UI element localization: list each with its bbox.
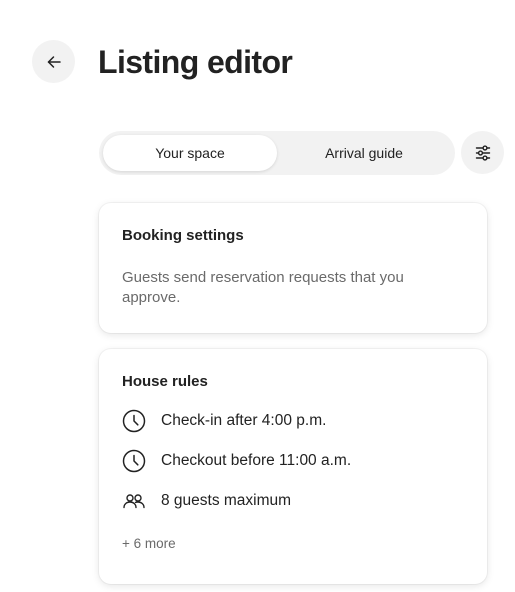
clock-icon <box>122 409 146 433</box>
rule-label: 8 guests maximum <box>161 492 292 509</box>
house-rules-card[interactable]: House rules Check-in after 4:00 p.m. Che… <box>99 349 487 584</box>
back-button[interactable] <box>32 40 75 83</box>
page-title: Listing editor <box>98 44 293 80</box>
house-rules-title: House rules <box>122 373 208 390</box>
filter-button[interactable] <box>461 131 504 174</box>
show-more-rules-link[interactable]: + 6 more <box>122 533 464 555</box>
tab-arrival-guide[interactable]: Arrival guide <box>277 135 451 171</box>
tab-your-space[interactable]: Your space <box>103 135 277 171</box>
rule-max-guests: 8 guests maximum <box>122 489 464 513</box>
rule-check-in: Check-in after 4:00 p.m. <box>122 409 464 433</box>
sliders-icon <box>475 144 490 161</box>
clock-icon <box>122 449 146 473</box>
rule-label: Check-in after 4:00 p.m. <box>161 412 327 429</box>
tab-bar: Your space Arrival guide <box>99 131 455 175</box>
guests-icon <box>122 489 146 513</box>
arrow-left-icon <box>47 55 61 68</box>
booking-settings-card[interactable]: Booking settings Guests send reservation… <box>99 203 487 333</box>
booking-settings-description: Guests send reservation requests that yo… <box>122 269 404 306</box>
rule-label: Checkout before 11:00 a.m. <box>161 452 352 469</box>
booking-settings-title: Booking settings <box>122 227 244 244</box>
rule-checkout: Checkout before 11:00 a.m. <box>122 449 464 473</box>
